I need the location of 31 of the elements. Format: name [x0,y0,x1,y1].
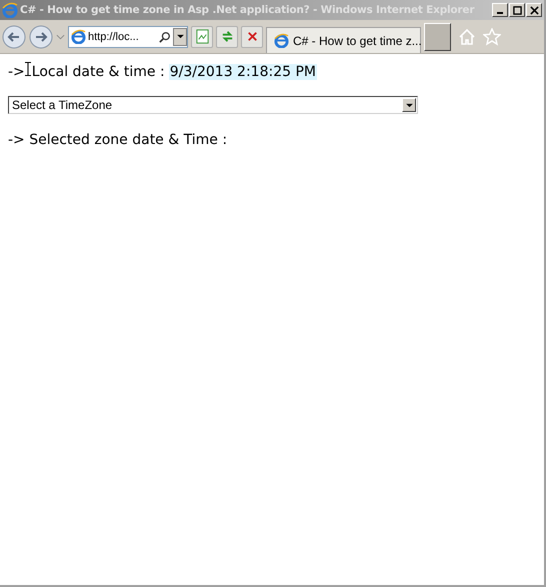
close-button[interactable] [526,3,542,17]
refresh-button[interactable] [216,26,238,48]
close-icon [528,6,540,14]
stop-button[interactable] [241,26,263,48]
forward-button[interactable] [29,24,53,48]
browser-tab[interactable]: C# - How to get time z... [266,27,421,53]
search-icon[interactable] [159,30,171,42]
browser-logo-icon [2,2,18,18]
star-icon[interactable] [483,28,501,46]
minimize-icon [497,12,503,14]
address-text: http://loc... [88,30,140,42]
local-time-label: Local date & time : [32,64,165,80]
minimize-button[interactable] [492,3,508,17]
page-logo-icon [274,33,289,48]
new-tab-button[interactable] [424,22,451,50]
selected-zone-label: -> Selected zone date & Time : [8,132,228,148]
maximize-button[interactable] [509,3,525,17]
address-dropdown-button[interactable] [173,28,187,46]
refresh-icon [220,29,234,44]
local-time-value: 9/3/2013 2:18:25 PM [168,64,317,80]
compatibility-button[interactable] [191,26,213,48]
caret-icon [176,34,184,39]
address-bar[interactable]: http://loc... [68,26,188,48]
text-cursor-icon [24,62,31,76]
page-chart-icon [194,29,210,44]
dropdown-caret-icon[interactable] [56,34,65,40]
back-button[interactable] [2,24,26,48]
timezone-dropdown[interactable]: Select a TimeZone [8,96,418,114]
maximize-icon [512,6,522,14]
page-logo-icon [71,29,86,44]
arrow-text: -> [8,64,25,80]
